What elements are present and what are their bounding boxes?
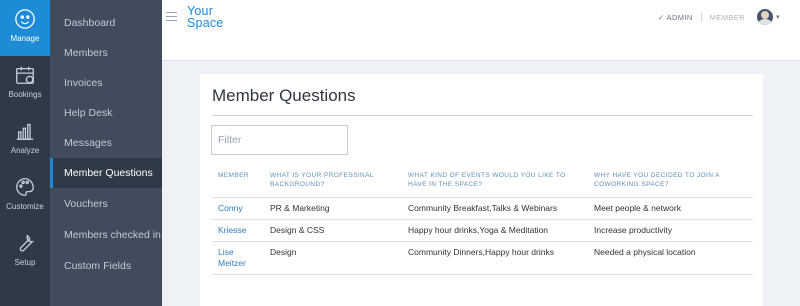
rail-label: Setup xyxy=(14,258,36,267)
page-title: Member Questions xyxy=(212,86,356,105)
rail-label: Customize xyxy=(6,202,44,211)
member-name-link[interactable]: Lise Meitzer xyxy=(212,241,264,275)
sidebar-item-custom-fields[interactable]: Custom Fields xyxy=(50,251,162,281)
logo[interactable]: Your Space xyxy=(187,5,224,30)
table-cell: Meet people & network xyxy=(588,197,753,220)
table-cell: Design & CSS xyxy=(264,219,402,242)
table-row: Kriesse Design & CSS Happy hour drinks,Y… xyxy=(212,219,753,242)
bar-chart-icon xyxy=(16,123,34,140)
sidebar-item-dashboard[interactable]: Dashboard xyxy=(50,8,162,38)
sidebar-item-invoices[interactable]: Invoices xyxy=(50,68,162,98)
table-cell: Happy hour drinks,Yoga & Meditation xyxy=(402,219,588,242)
rail-item-manage[interactable]: Manage xyxy=(0,0,50,56)
sidebar-item-member-questions[interactable]: Member Questions xyxy=(50,158,162,188)
column-header-events: WHAT KIND OF EVENTS WOULD YOU LIKE TO HA… xyxy=(402,171,588,198)
table-cell: PR & Marketing xyxy=(264,197,402,220)
table-cell: Community Dinners,Happy hour drinks xyxy=(402,241,588,275)
sidebar-item-messages[interactable]: Messages xyxy=(50,128,162,158)
table-cell: Design xyxy=(264,241,402,275)
title-divider xyxy=(212,115,753,116)
member-questions-card: Member Questions MEMBER WHAT IS YOUR PRO… xyxy=(200,74,763,306)
calendar-icon xyxy=(16,66,34,84)
table-cell: Needed a physical location xyxy=(588,241,753,275)
rail-item-customize[interactable]: Customize xyxy=(0,168,50,224)
table-row: Lise Meitzer Design Community Dinners,Ha… xyxy=(212,241,753,275)
table-cell: Community Breakfast,Talks & Webinars xyxy=(402,197,588,220)
sidebar-item-help-desk[interactable]: Help Desk xyxy=(50,98,162,128)
table-cell: Increase productivity xyxy=(588,219,753,242)
role-member-toggle[interactable]: MEMBER xyxy=(710,13,745,22)
divider xyxy=(700,12,702,22)
filter-input[interactable] xyxy=(211,125,348,155)
table-header-row: MEMBER WHAT IS YOUR PROFESSINAL BACKGROU… xyxy=(212,171,753,198)
sidebar-item-members[interactable]: Members xyxy=(50,38,162,68)
member-name-link[interactable]: Conny xyxy=(212,197,264,220)
questions-table: MEMBER WHAT IS YOUR PROFESSINAL BACKGROU… xyxy=(212,171,753,275)
table-row: Conny PR & Marketing Community Breakfast… xyxy=(212,197,753,220)
logo-line-2: Space xyxy=(187,16,224,30)
icon-rail: Manage Bookings Analyze Customize Setup xyxy=(0,0,50,306)
wrench-icon xyxy=(19,234,35,252)
rail-label: Bookings xyxy=(8,90,42,99)
sidebar-item-members-checked-in[interactable]: Members checked in xyxy=(50,220,162,250)
sidebar-nav: Dashboard Members Invoices Help Desk Mes… xyxy=(50,0,162,306)
rail-item-bookings[interactable]: Bookings xyxy=(0,56,50,112)
top-header: Your Space ✓ ADMIN MEMBER ▾ xyxy=(162,0,800,61)
hamburger-menu-icon[interactable] xyxy=(166,12,177,22)
palette-icon xyxy=(16,178,34,196)
rail-item-setup[interactable]: Setup xyxy=(0,224,50,280)
avatar[interactable] xyxy=(757,9,774,25)
column-header-reason: WHY HAVE YOU DECIDED TO JOIN A COWORKING… xyxy=(588,171,753,198)
check-icon: ✓ xyxy=(657,12,665,22)
member-name-link[interactable]: Kriesse xyxy=(212,219,264,242)
manage-icon xyxy=(15,9,35,29)
role-admin-toggle[interactable]: ✓ ADMIN xyxy=(658,13,693,22)
role-switcher: ✓ ADMIN MEMBER ▾ xyxy=(658,9,780,25)
role-admin-label: ADMIN xyxy=(666,12,693,22)
chevron-down-icon[interactable]: ▾ xyxy=(776,13,780,21)
rail-item-analyze[interactable]: Analyze xyxy=(0,112,50,168)
column-header-background: WHAT IS YOUR PROFESSINAL BACKGROUND? xyxy=(264,171,402,198)
rail-label: Analyze xyxy=(10,146,40,155)
sidebar-item-vouchers[interactable]: Vouchers xyxy=(50,189,162,219)
column-header-member: MEMBER xyxy=(212,171,264,198)
rail-label: Manage xyxy=(10,34,40,43)
